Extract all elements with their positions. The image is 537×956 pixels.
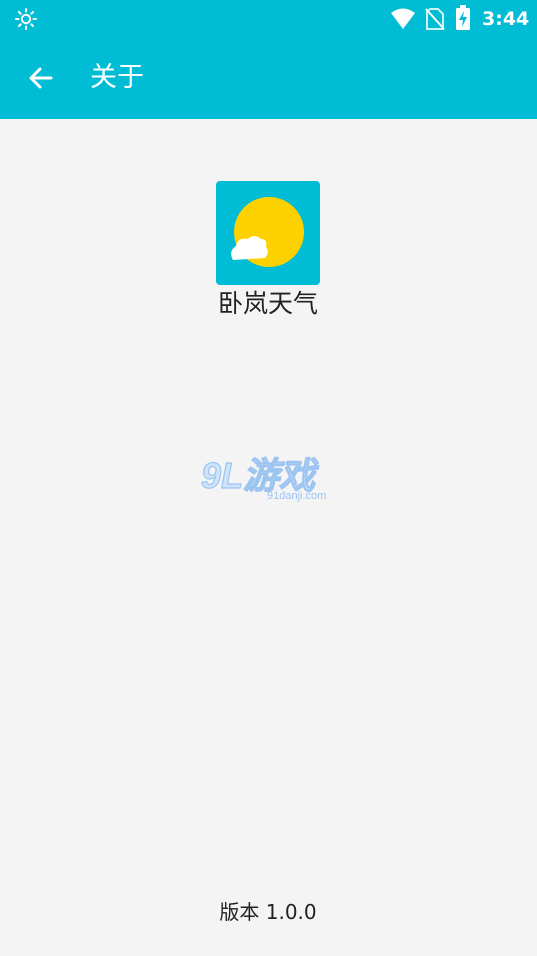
watermark-logo: 9L游戏 91danji.com: [200, 454, 326, 502]
watermark-site: 91danji.com: [267, 490, 326, 502]
app-bar: 关于: [0, 38, 537, 119]
wifi-icon: [391, 8, 415, 29]
no-sim-icon: [425, 8, 445, 30]
app-icon: [216, 181, 320, 285]
status-bar: 3:44: [0, 0, 537, 38]
status-time: 3:44: [482, 8, 530, 30]
battery-charging-icon: [456, 5, 470, 30]
version-label: 版本 1.0.0: [219, 900, 317, 924]
brightness-icon: [15, 8, 37, 30]
arrow-left-icon[interactable]: [22, 59, 60, 97]
page-title: 关于: [90, 62, 144, 93]
sun-cloud-icon: [231, 197, 304, 267]
app-name: 卧岚天气: [217, 289, 318, 318]
